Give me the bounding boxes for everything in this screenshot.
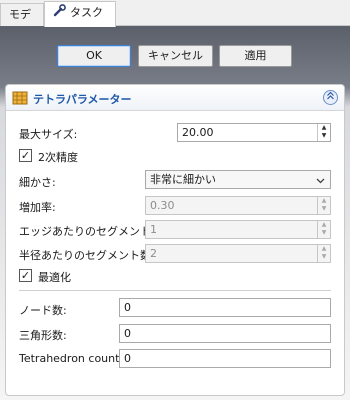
fineness-dropdown[interactable]: 非常に細かい [145,170,331,189]
triangles-value: 0 [124,327,131,340]
growth-rate-spinner[interactable]: ▲ ▼ [317,197,330,214]
nodes-value: 0 [124,301,131,314]
seg-per-radius-spinner[interactable]: ▲ ▼ [317,245,330,262]
apply-button[interactable]: 適用 [219,45,292,67]
optimize-label: 最適化 [38,271,71,284]
box-header[interactable]: テトラパラメーター [6,85,344,111]
growth-rate-input[interactable]: 0.30 ▲ ▼ [145,196,331,215]
max-size-value: 20.00 [182,126,214,139]
divider [19,290,331,291]
tab-task-label: タスク [70,6,103,19]
growth-rate-label: 増加率: [19,201,56,214]
chevron-down-icon [316,174,325,191]
fineness-label: 細かさ: [19,176,56,189]
seg-per-edge-input[interactable]: 1 ▲ ▼ [145,220,331,239]
seg-per-edge-spinner[interactable]: ▲ ▼ [317,221,330,238]
collapse-icon[interactable] [323,90,338,105]
ok-button[interactable]: OK [57,45,131,67]
wrench-icon [53,3,66,24]
tab-model[interactable]: モデル [0,3,44,42]
tetra-count-field: 0 [119,349,331,368]
fineness-value: 非常に細かい [150,173,216,186]
tetra-count-value: 0 [124,352,131,365]
second-order-checkbox[interactable]: ✓ [19,149,32,162]
tetra-mesh-icon [12,91,28,108]
tab-bar: モデル タスク [0,0,350,42]
growth-rate-value: 0.30 [150,199,175,212]
second-order-label: 2次精度 [38,151,78,164]
tetra-parameters-box: テトラパラメーター 最大サイズ: 20.00 ▲ ▼ ✓ 2次精度 細かさ: 非常… [5,84,345,396]
triangles-label: 三角形数: [19,329,67,342]
tetra-count-label: Tetrahedron count: [19,352,124,365]
max-size-spinner[interactable]: ▲ ▼ [317,124,330,141]
cancel-button[interactable]: キャンセル [138,45,213,67]
seg-per-radius-label: 半径あたりのセグメント数 [19,249,151,262]
triangles-field: 0 [119,324,331,343]
max-size-input[interactable]: 20.00 ▲ ▼ [177,123,331,142]
nodes-field: 0 [119,298,331,317]
optimize-checkbox[interactable]: ✓ [19,269,32,282]
seg-per-radius-input[interactable]: 2 ▲ ▼ [145,244,331,263]
seg-per-radius-value: 2 [150,247,157,260]
nodes-label: ノード数: [19,304,67,317]
box-title: テトラパラメーター [33,93,132,106]
max-size-label: 最大サイズ: [19,128,78,141]
seg-per-edge-value: 1 [150,223,157,236]
tab-task[interactable]: タスク [44,1,116,27]
seg-per-edge-label: エッジあたりのセグメント数 [19,225,162,238]
